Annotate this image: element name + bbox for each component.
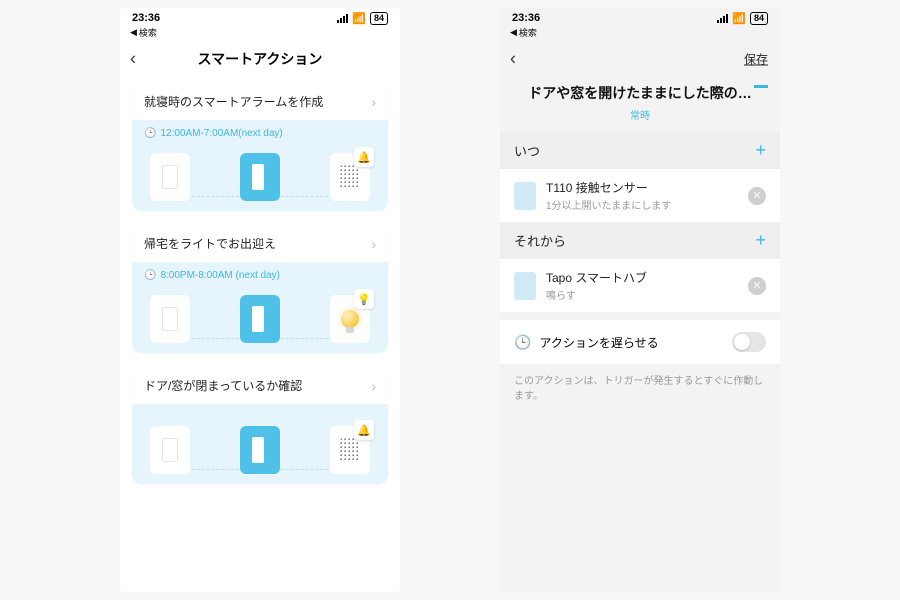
template-card[interactable]: 帰宅をライトでお出迎え › 🕒 8:00PM-8:00AM (next day) … (132, 225, 388, 353)
card-title: 帰宅をライトでお出迎え (144, 235, 276, 252)
battery-indicator: 84 (750, 12, 768, 25)
when-label: いつ (514, 141, 540, 160)
card-illustration: 🔔 (132, 404, 388, 484)
cellular-icon (717, 14, 728, 23)
card-time: 8:00PM-8:00AM (next day) (160, 270, 280, 281)
chevron-right-icon: › (371, 236, 376, 252)
action-detail: 鳴らす (546, 287, 738, 302)
hub-icon: 🔔 (330, 153, 370, 201)
bulb-icon: 💡 (330, 295, 370, 343)
automation-schedule[interactable]: 常時 (500, 107, 780, 132)
template-card[interactable]: 就寝時のスマートアラームを作成 › 🕒 12:00AM-7:00AM(next d… (132, 83, 388, 211)
cellular-icon (337, 14, 348, 23)
smart-action-list: 就寝時のスマートアラームを作成 › 🕒 12:00AM-7:00AM(next d… (120, 77, 400, 592)
wifi-icon: 📶 (352, 12, 366, 25)
save-button[interactable]: 保存 (744, 51, 768, 68)
automation-title-row: ドアや窓を開けたままにした際の… (500, 77, 780, 107)
chevron-right-icon: › (371, 94, 376, 110)
trigger-name: T110 接触センサー (546, 179, 738, 196)
remove-action-button[interactable]: ✕ (748, 277, 766, 295)
breadcrumb[interactable]: ◀ 検索 (500, 26, 780, 41)
lamp-icon: 💡 (354, 289, 374, 309)
battery-indicator: 84 (370, 12, 388, 25)
delay-note: このアクションは、トリガーが発生するとすぐに作動します。 (500, 364, 780, 414)
sensor-icon (150, 153, 190, 201)
template-card[interactable]: ドア/窓が閉まっているか確認 › 🔔 (132, 367, 388, 484)
delay-label: アクションを遅らせる (539, 334, 724, 351)
card-title: ドア/窓が閉まっているか確認 (144, 377, 302, 394)
clock-icon: 🕒 (514, 334, 531, 351)
delay-toggle[interactable] (732, 332, 766, 352)
trigger-detail: 1分以上開いたままにします (546, 197, 738, 212)
action-name: Tapo スマートハブ (546, 269, 738, 286)
door-icon (240, 153, 280, 201)
clock-icon: 🕒 (144, 128, 156, 139)
wifi-icon: 📶 (732, 12, 746, 25)
bell-icon: 🔔 (354, 420, 374, 440)
card-time: 12:00AM-7:00AM(next day) (160, 128, 282, 139)
card-illustration: 🕒 12:00AM-7:00AM(next day) 🔔 (132, 120, 388, 211)
nav-bar: ‹ 保存 (500, 41, 780, 77)
breadcrumb-label: 検索 (139, 26, 157, 39)
delay-row: 🕒 アクションを遅らせる (500, 320, 780, 364)
back-button[interactable]: ‹ (130, 49, 136, 70)
back-button[interactable]: ‹ (510, 49, 516, 70)
hub-icon: 🔔 (330, 426, 370, 474)
status-time: 23:36 (512, 12, 540, 24)
sensor-icon (150, 295, 190, 343)
status-time: 23:36 (132, 12, 160, 24)
back-triangle-icon: ◀ (510, 27, 517, 38)
status-bar: 23:36 📶 84 (120, 8, 400, 26)
chevron-right-icon: › (371, 378, 376, 394)
breadcrumb-label: 検索 (519, 26, 537, 39)
edit-icon[interactable] (754, 85, 768, 88)
when-section-header: いつ + (500, 132, 780, 169)
then-label: それから (514, 231, 566, 250)
phone-right: 23:36 📶 84 ◀ 検索 ‹ 保存 ドアや窓を開けたままにした際の… 常時… (500, 8, 780, 592)
remove-trigger-button[interactable]: ✕ (748, 187, 766, 205)
hub-icon (514, 272, 536, 300)
action-row[interactable]: Tapo スマートハブ 鳴らす ✕ (500, 259, 780, 312)
back-triangle-icon: ◀ (130, 27, 137, 38)
page-title: スマートアクション (198, 49, 323, 69)
nav-bar: ‹ スマートアクション (120, 41, 400, 77)
bell-icon: 🔔 (354, 147, 374, 167)
trigger-row[interactable]: T110 接触センサー 1分以上開いたままにします ✕ (500, 169, 780, 222)
sensor-icon (514, 182, 536, 210)
automation-title: ドアや窓を開けたままにした際の… (528, 85, 752, 101)
card-illustration: 🕒 8:00PM-8:00AM (next day) 💡 (132, 262, 388, 353)
clock-icon: 🕒 (144, 270, 156, 281)
add-action-button[interactable]: + (755, 230, 766, 251)
then-section-header: それから + (500, 222, 780, 259)
door-icon (240, 295, 280, 343)
breadcrumb[interactable]: ◀ 検索 (120, 26, 400, 41)
sensor-icon (150, 426, 190, 474)
status-bar: 23:36 📶 84 (500, 8, 780, 26)
phone-left: 23:36 📶 84 ◀ 検索 ‹ スマートアクション 就寝時のスマートアラーム… (120, 8, 400, 592)
card-title: 就寝時のスマートアラームを作成 (144, 93, 323, 110)
door-icon (240, 426, 280, 474)
spacer (500, 312, 780, 320)
add-trigger-button[interactable]: + (755, 140, 766, 161)
